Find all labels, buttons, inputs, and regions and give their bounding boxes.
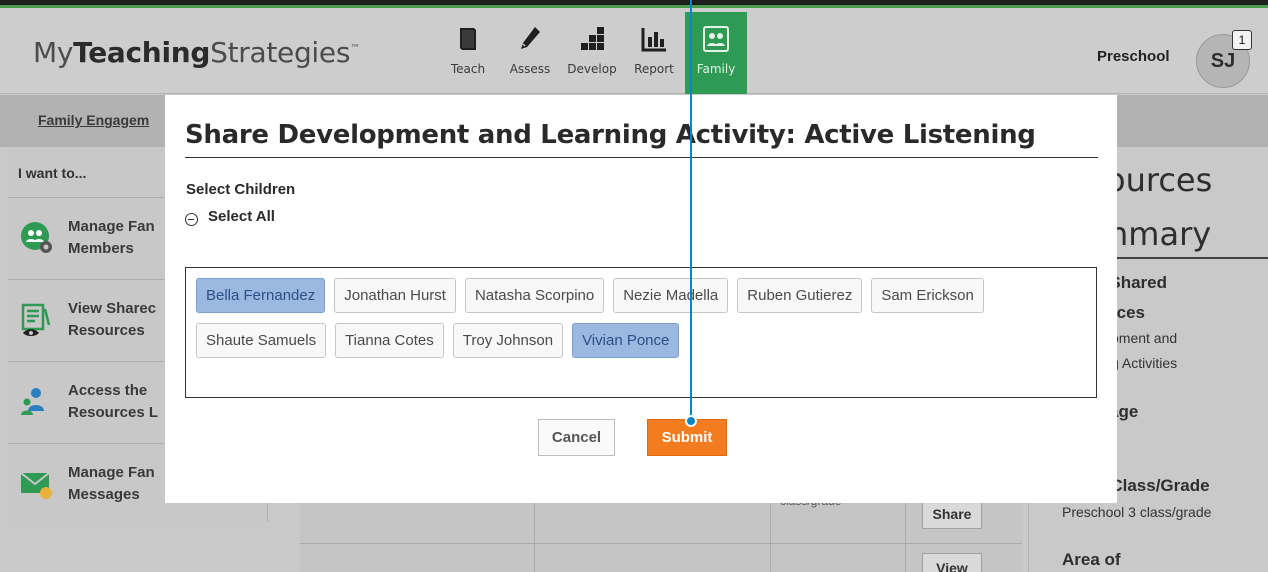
modal-title-divider — [185, 157, 1098, 158]
area-label: Area of — [1062, 550, 1121, 569]
nav-family[interactable]: Family — [685, 12, 747, 94]
annotation-pointer-dot — [685, 415, 697, 427]
minus-circle-icon — [185, 213, 198, 226]
modal-title: Share Development and Learning Activity:… — [185, 120, 1036, 150]
select-children-label: Select Children — [186, 181, 296, 198]
summary-title-line1: ources — [1106, 161, 1213, 199]
view-button[interactable]: View — [922, 553, 982, 572]
class-grade-value: Preschool 3 class/grade — [1062, 504, 1212, 520]
table-divider — [905, 500, 906, 572]
app-header: MyTeachingStrategies™ Teach Assess Devel… — [0, 8, 1268, 94]
top-stripe — [0, 0, 1268, 8]
bar-chart-icon — [641, 28, 666, 52]
child-chip[interactable]: Natasha Scorpino — [464, 278, 605, 313]
nav-teach[interactable]: Teach — [437, 12, 499, 94]
children-row: Shaute Samuels Tianna Cotes Troy Johnson… — [196, 323, 680, 358]
child-chip[interactable]: Tianna Cotes — [335, 323, 444, 358]
pencil-icon — [521, 27, 540, 49]
breadcrumb-family-engagement[interactable]: Family Engagem — [38, 112, 149, 128]
cancel-button[interactable]: Cancel — [538, 419, 615, 456]
app-logo[interactable]: MyTeachingStrategies™ — [33, 36, 360, 69]
family-icon — [703, 26, 729, 52]
table-divider — [300, 543, 1022, 544]
view-resources-icon — [21, 303, 51, 336]
nav-develop[interactable]: Develop — [561, 12, 623, 94]
select-all-label: Select All — [208, 208, 275, 225]
shared-resources-value: oment and — [1111, 330, 1178, 346]
main-nav: Teach Assess Develop Report Family — [437, 12, 747, 94]
children-row: Bella Fernandez Jonathan Hurst Natasha S… — [196, 278, 984, 313]
table-divider — [770, 500, 771, 572]
child-chip[interactable]: Sam Erickson — [871, 278, 984, 313]
child-chip[interactable]: Jonathan Hurst — [334, 278, 456, 313]
share-button[interactable]: Share — [922, 499, 982, 529]
summary-title-line2: nmary — [1108, 215, 1212, 253]
children-list: Bella Fernandez Jonathan Hurst Natasha S… — [185, 267, 1097, 398]
child-chip[interactable]: Bella Fernandez — [196, 278, 326, 313]
program-selector[interactable]: Preschool — [1097, 48, 1170, 65]
child-chip[interactable]: Shaute Samuels — [196, 323, 327, 358]
child-chip[interactable]: Troy Johnson — [452, 323, 564, 358]
select-all-toggle[interactable]: Select All — [185, 209, 278, 226]
blocks-icon — [581, 27, 604, 50]
notification-badge[interactable]: 1 — [1232, 30, 1252, 50]
child-chip[interactable]: Vivian Ponce — [572, 323, 680, 358]
share-activity-modal: Share Development and Learning Activity:… — [165, 95, 1117, 503]
messages-icon — [20, 472, 52, 499]
annotation-pointer-line — [690, 0, 692, 421]
nav-assess[interactable]: Assess — [499, 12, 561, 94]
access-library-icon — [21, 388, 44, 415]
manage-family-icon — [21, 222, 52, 253]
book-icon — [460, 28, 476, 50]
summary-divider — [1094, 257, 1268, 259]
table-divider — [534, 500, 535, 572]
child-chip[interactable]: Ruben Gutierez — [737, 278, 863, 313]
sidebar-heading: I want to... — [18, 165, 87, 181]
nav-report[interactable]: Report — [623, 12, 685, 94]
child-chip[interactable]: Nezie Madella — [613, 278, 729, 313]
shared-resources-value-2: g Activities — [1111, 355, 1178, 371]
